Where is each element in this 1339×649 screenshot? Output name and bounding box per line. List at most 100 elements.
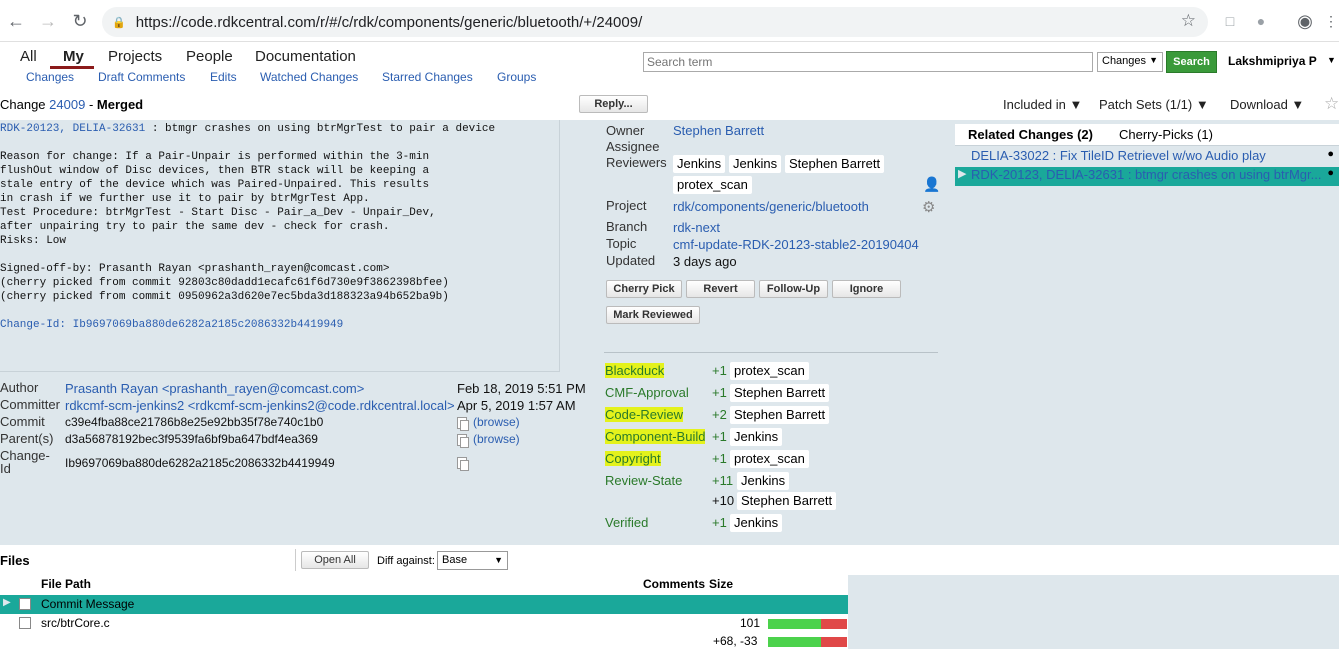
files-title: Files <box>0 553 30 568</box>
submenu-starred-changes[interactable]: Starred Changes <box>382 70 473 84</box>
copy-icon[interactable] <box>457 457 469 471</box>
related-change-row-current[interactable]: ▶ RDK-20123, DELIA-32631 : btmgr crashes… <box>955 167 1339 186</box>
voter-chip[interactable]: Stephen Barrett <box>730 406 830 424</box>
browser-toolbar: ← → ↻ 🔒 https://code.rdkcentral.com/r/#/… <box>0 0 1339 42</box>
diff-against-select[interactable]: Base ▼ <box>437 551 508 570</box>
related-change-link[interactable]: RDK-20123, DELIA-32631 : btmgr crashes o… <box>971 167 1321 182</box>
browse-parent-link[interactable]: (browse) <box>473 432 520 446</box>
patch-sets-menu[interactable]: Patch Sets (1/1) ▼ <box>1099 97 1209 112</box>
menu-my[interactable]: My <box>63 48 84 65</box>
extension-circle-icon[interactable]: ● <box>1252 12 1270 30</box>
included-in-menu[interactable]: Included in ▼ <box>1003 97 1082 112</box>
search-input[interactable] <box>643 52 1093 72</box>
copy-icon[interactable] <box>457 434 469 448</box>
related-change-row[interactable]: DELIA-33022 : Fix TileID Retrievel w/wo … <box>955 148 1339 167</box>
submenu-draft-comments[interactable]: Draft Comments <box>98 70 185 84</box>
updated-label: Updated <box>606 253 656 268</box>
voter-chip[interactable]: Stephen Barrett <box>737 492 837 510</box>
mark-reviewed-button[interactable]: Mark Reviewed <box>606 306 700 324</box>
change-sep: - <box>85 97 97 112</box>
reviewer-chip[interactable]: protex_scan <box>673 176 752 194</box>
voter-chip[interactable]: Jenkins <box>730 514 783 532</box>
reload-icon[interactable]: ↻ <box>68 9 92 33</box>
user-menu[interactable]: Lakshmipriya P <box>1228 54 1317 68</box>
project-link[interactable]: rdk/components/generic/bluetooth <box>673 199 869 214</box>
search-scope-value: Changes <box>1102 55 1147 67</box>
open-all-button[interactable]: Open All <box>301 551 369 569</box>
menu-dots-icon[interactable]: ⋮ <box>1322 12 1339 30</box>
related-change-link[interactable]: DELIA-33022 : Fix TileID Retrievel w/wo … <box>971 148 1266 163</box>
profile-icon[interactable]: ◉ <box>1296 11 1314 31</box>
menu-people[interactable]: People <box>186 48 233 65</box>
label-score: +1 <box>712 363 727 378</box>
file-path[interactable]: Commit Message <box>41 597 134 611</box>
commit-label: Commit <box>0 414 45 429</box>
topic-link[interactable]: cmf-update-RDK-20123-stable2-20190404 <box>673 237 919 252</box>
change-number-link[interactable]: 24009 <box>49 97 85 112</box>
tab-related-changes[interactable]: Related Changes (2) <box>968 127 1093 142</box>
user-chevron-icon[interactable]: ▼ <box>1327 55 1336 65</box>
reviewer-chip[interactable]: Jenkins <box>729 155 782 173</box>
commit-body: Reason for change: If a Pair-Unpair is p… <box>0 151 449 303</box>
updated-value: 3 days ago <box>673 254 737 269</box>
search-button[interactable]: Search <box>1166 51 1217 73</box>
revert-button[interactable]: Revert <box>686 280 755 298</box>
status-dot-icon: ● <box>1327 148 1334 160</box>
branch-link[interactable]: rdk-next <box>673 220 720 235</box>
owner-link[interactable]: Stephen Barrett <box>673 123 764 138</box>
browse-commit-link[interactable]: (browse) <box>473 415 520 429</box>
reviewer-chip[interactable]: Stephen Barrett <box>785 155 885 173</box>
author-link[interactable]: Prasanth Rayan <prashanth_rayen@comcast.… <box>65 381 364 396</box>
menu-all[interactable]: All <box>20 48 37 65</box>
menu-projects[interactable]: Projects <box>108 48 162 65</box>
col-size: Size <box>709 577 734 591</box>
menu-documentation[interactable]: Documentation <box>255 48 356 65</box>
file-total-row: +68, -33 <box>0 632 848 649</box>
current-arrow-icon: ▶ <box>3 597 11 608</box>
ignore-button[interactable]: Ignore <box>832 280 901 298</box>
voter-chip[interactable]: protex_scan <box>730 362 809 380</box>
extension-icon[interactable]: □ <box>1221 12 1239 30</box>
file-row-commit-message[interactable]: ▶ Commit Message <box>0 595 848 614</box>
follow-up-button[interactable]: Follow-Up <box>759 280 828 298</box>
change-header: Change 24009 - Merged Reply... Included … <box>0 94 1339 120</box>
submenu-changes[interactable]: Changes <box>26 70 74 84</box>
tab-cherry-picks[interactable]: Cherry-Picks (1) <box>1119 127 1213 142</box>
reviewer-chip[interactable]: Jenkins <box>673 155 726 173</box>
committer-link[interactable]: rdkcmf-scm-jenkins2 <rdkcmf-scm-jenkins2… <box>65 398 455 413</box>
bookmark-star-icon[interactable]: ☆ <box>1181 11 1196 31</box>
project-label: Project <box>606 198 647 213</box>
label-copyright: Copyright <box>605 451 661 466</box>
voter-chip[interactable]: Jenkins <box>730 428 783 446</box>
copy-icon[interactable] <box>457 417 469 431</box>
assignee-label: Assignee <box>606 139 660 154</box>
forward-icon[interactable]: → <box>36 9 60 33</box>
submenu-groups[interactable]: Groups <box>497 70 536 84</box>
back-icon[interactable]: ← <box>4 9 28 33</box>
file-checkbox[interactable] <box>19 598 31 610</box>
reply-button[interactable]: Reply... <box>579 95 648 113</box>
voter-chip[interactable]: Jenkins <box>737 472 790 490</box>
search-scope-select[interactable]: Changes ▼ <box>1097 52 1163 72</box>
label-score: +1 <box>712 385 727 400</box>
change-label: Change <box>0 97 46 112</box>
star-change-icon[interactable]: ☆ <box>1324 94 1339 114</box>
submenu-watched-changes[interactable]: Watched Changes <box>260 70 358 84</box>
voter-chip[interactable]: Stephen Barrett <box>730 384 830 402</box>
gear-icon[interactable]: ⚙ <box>922 198 935 216</box>
cherry-pick-button[interactable]: Cherry Pick <box>606 280 682 298</box>
add-reviewer-icon[interactable]: 👤 <box>923 176 940 193</box>
commit-change-id-link[interactable]: Change-Id: Ib9697069ba880de6282a2185c208… <box>0 319 343 331</box>
address-bar[interactable]: 🔒 https://code.rdkcentral.com/r/#/c/rdk/… <box>102 7 1208 37</box>
commit-subject-links[interactable]: RDK-20123, DELIA-32631 <box>0 123 145 135</box>
file-checkbox[interactable] <box>19 617 31 629</box>
file-path[interactable]: src/btrCore.c <box>41 616 110 630</box>
download-menu[interactable]: Download ▼ <box>1230 97 1304 112</box>
active-menu-underline <box>50 66 94 69</box>
label-cmf-approval: CMF-Approval <box>605 385 689 400</box>
label-score: +11 <box>712 473 734 488</box>
voter-chip[interactable]: protex_scan <box>730 450 809 468</box>
total-size: +68, -33 <box>713 634 758 648</box>
file-row[interactable]: src/btrCore.c 101 <box>0 614 848 633</box>
submenu-edits[interactable]: Edits <box>210 70 237 84</box>
